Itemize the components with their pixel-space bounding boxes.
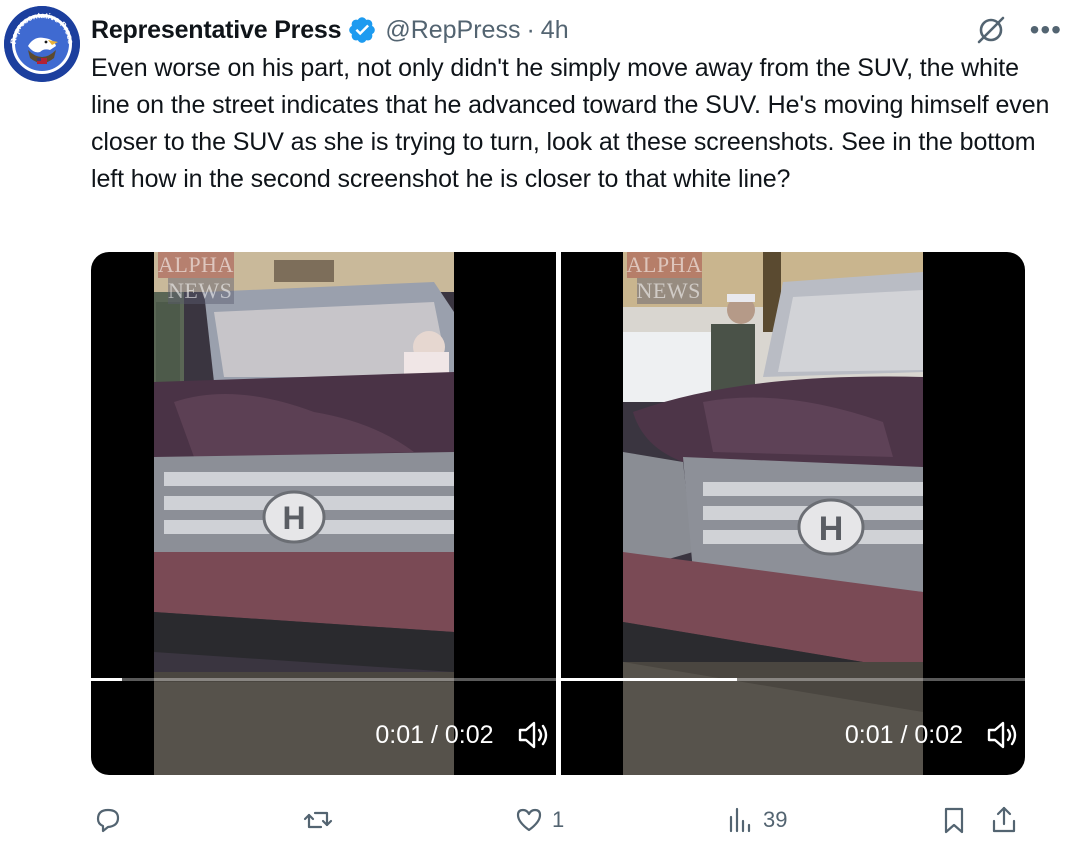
repost-button[interactable] bbox=[303, 800, 341, 840]
video-player-2[interactable]: H ALPHA NEWS 0:01 / 0:02 bbox=[560, 252, 1025, 775]
video-player-1[interactable]: H ALPHA NEWS 0:01 / 0:02 bbox=[91, 252, 556, 775]
video-controls-1: 0:01 / 0:02 bbox=[375, 718, 549, 752]
display-name[interactable]: Representative Press bbox=[91, 16, 342, 45]
volume-muted-icon[interactable] bbox=[516, 720, 550, 750]
like-count: 1 bbox=[552, 807, 565, 832]
video-frame-2[interactable]: H bbox=[622, 252, 923, 775]
timestamp[interactable]: 4h bbox=[541, 16, 569, 45]
analytics-icon bbox=[729, 807, 751, 833]
repost-icon bbox=[303, 811, 333, 829]
avatar[interactable]: Representative Press bbox=[4, 6, 80, 82]
video-time-1: 0:01 / 0:02 bbox=[375, 720, 494, 749]
video-progress-fill-2 bbox=[560, 678, 737, 681]
svg-text:H: H bbox=[282, 500, 305, 536]
video-watermark-1: ALPHA NEWS bbox=[158, 252, 234, 304]
video-frame-1[interactable]: H bbox=[154, 252, 454, 775]
video-controls-2: 0:01 / 0:02 bbox=[845, 718, 1019, 752]
reply-icon bbox=[96, 808, 120, 833]
eagle-logo-icon: Representative Press bbox=[4, 6, 80, 82]
like-button[interactable]: 1 bbox=[514, 800, 564, 840]
views-count: 39 bbox=[763, 807, 788, 832]
media-grid: H ALPHA NEWS 0:01 / 0:02 H ALPHA NEWS 0:… bbox=[91, 252, 1025, 775]
grok-icon[interactable] bbox=[974, 13, 1008, 47]
video-progress-2[interactable] bbox=[560, 678, 1025, 681]
header-actions: ••• bbox=[974, 12, 1062, 48]
handle[interactable]: @RepPress bbox=[385, 16, 520, 45]
video-progress-fill-1 bbox=[91, 678, 122, 681]
share-icon bbox=[992, 806, 1016, 833]
tweet-header: Representative Press @RepPress · 4h ••• bbox=[91, 12, 1062, 48]
bookmark-button[interactable] bbox=[939, 800, 969, 840]
tweet[interactable]: Representative Press Representative Pres… bbox=[0, 0, 1082, 864]
svg-text:H: H bbox=[818, 510, 843, 548]
video-watermark-2: ALPHA NEWS bbox=[626, 252, 703, 304]
video-progress-1[interactable] bbox=[91, 678, 556, 681]
verified-badge-icon[interactable] bbox=[347, 15, 377, 45]
volume-muted-icon[interactable] bbox=[985, 720, 1019, 750]
video-time-2: 0:01 / 0:02 bbox=[844, 720, 963, 749]
share-button[interactable] bbox=[989, 800, 1019, 840]
views-button[interactable]: 39 bbox=[725, 800, 787, 840]
action-bar: 1 39 bbox=[91, 800, 1025, 840]
bookmark-icon bbox=[944, 807, 964, 834]
more-icon[interactable]: ••• bbox=[1030, 16, 1062, 44]
tweet-text: Even worse on his part, not only didn't … bbox=[91, 54, 1050, 193]
heart-icon bbox=[516, 808, 542, 832]
reply-button[interactable] bbox=[93, 800, 131, 840]
separator: · bbox=[526, 15, 535, 44]
